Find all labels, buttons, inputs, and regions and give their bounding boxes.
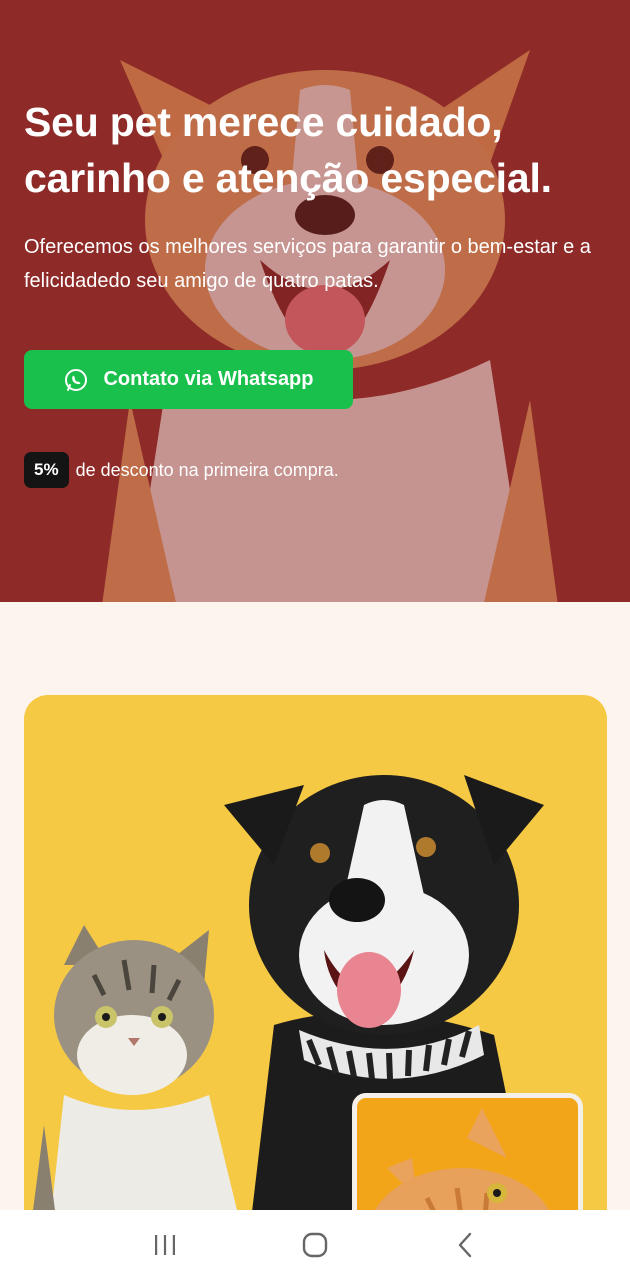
whatsapp-icon (63, 367, 89, 393)
discount-badge: 5% (24, 452, 69, 488)
recent-apps-icon (155, 1235, 175, 1255)
home-icon (302, 1232, 328, 1258)
hero-content: Seu pet merece cuidado, carinho e atençã… (24, 94, 614, 298)
hero-title: Seu pet merece cuidado, carinho e atençã… (24, 99, 552, 201)
discount-text: de desconto na primeira compra. (75, 459, 339, 480)
whatsapp-button-label: Contato via Whatsapp (103, 368, 314, 390)
recent-apps-button[interactable] (135, 1225, 195, 1265)
hero-subtitle: Oferecemos os melhores serviços para gar… (24, 236, 591, 292)
discount-info: 5% de desconto na primeira compra. (24, 452, 339, 488)
system-navigation-bar (0, 1210, 630, 1280)
back-button[interactable] (435, 1225, 495, 1265)
back-icon (458, 1232, 472, 1258)
whatsapp-contact-button[interactable]: Contato via Whatsapp (24, 350, 353, 409)
hero-section: Seu pet merece cuidado, carinho e atençã… (0, 0, 630, 602)
home-button[interactable] (285, 1225, 345, 1265)
